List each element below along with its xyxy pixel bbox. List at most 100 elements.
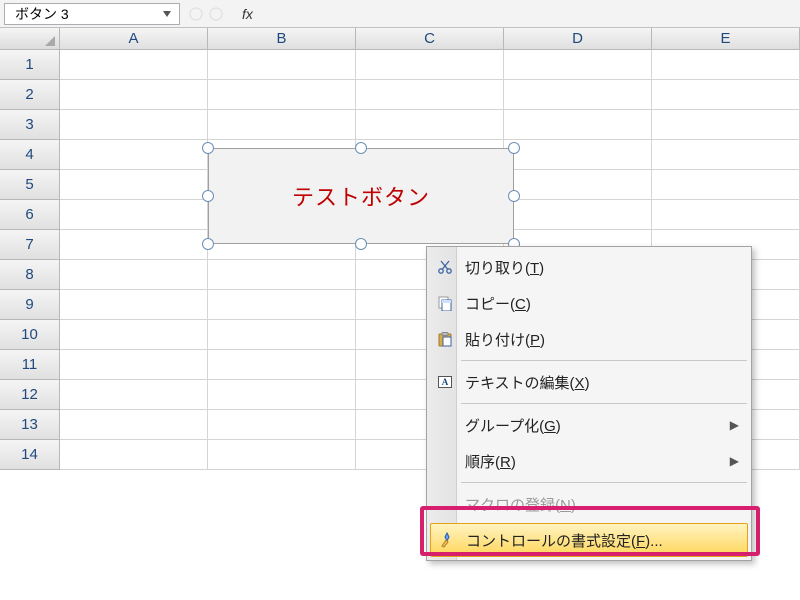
cell[interactable] [60,170,208,200]
cell[interactable] [504,110,652,140]
menu-item-label: テキストの編集(X) [465,372,739,393]
cell[interactable] [60,410,208,440]
cell[interactable] [60,200,208,230]
col-header[interactable]: E [652,28,800,49]
enter-icon [206,4,226,24]
textbox-icon: A [436,373,454,391]
cell[interactable] [60,350,208,380]
row-header[interactable]: 9 [0,290,60,320]
select-all-corner[interactable] [0,28,60,49]
resize-handle[interactable] [202,238,214,250]
col-header[interactable]: D [504,28,652,49]
cell[interactable] [652,50,800,80]
cell[interactable] [60,110,208,140]
name-box-dropdown-icon[interactable] [161,8,173,20]
menu-item-copy[interactable]: コピー(C) [429,285,749,321]
menu-separator [461,403,747,404]
name-box[interactable]: ボタン 3 [4,3,180,25]
form-button-label: テストボタン [292,180,430,212]
cell[interactable] [208,380,356,410]
row-header[interactable]: 6 [0,200,60,230]
cell[interactable] [208,350,356,380]
row-header[interactable]: 13 [0,410,60,440]
fx-label[interactable]: fx [242,6,253,22]
form-button-selected[interactable]: テストボタン [208,148,514,244]
submenu-arrow-icon: ▶ [730,418,739,432]
resize-handle[interactable] [202,142,214,154]
cancel-icon [186,4,206,24]
cell[interactable] [652,170,800,200]
menu-item-label: コントロールの書式設定(F)... [466,530,737,551]
cell[interactable] [60,260,208,290]
row-header[interactable]: 11 [0,350,60,380]
cell[interactable] [652,80,800,110]
resize-handle[interactable] [508,142,520,154]
menu-item-group[interactable]: グループ化(G)▶ [429,407,749,443]
row-header[interactable]: 10 [0,320,60,350]
resize-handle[interactable] [508,190,520,202]
column-headers: A B C D E [0,28,800,50]
row-header[interactable]: 12 [0,380,60,410]
row-header[interactable]: 14 [0,440,60,470]
row-header[interactable]: 8 [0,260,60,290]
cell[interactable] [208,290,356,320]
cell[interactable] [60,140,208,170]
cell[interactable] [60,320,208,350]
col-header[interactable]: B [208,28,356,49]
menu-item-label: マクロの登録(N)... [465,494,739,515]
cell[interactable] [652,200,800,230]
cell[interactable] [208,110,356,140]
cell[interactable] [60,440,208,470]
form-button[interactable]: テストボタン [208,148,514,244]
col-header[interactable]: A [60,28,208,49]
cell[interactable] [208,50,356,80]
cell[interactable] [208,80,356,110]
cell[interactable] [208,410,356,440]
row-header[interactable]: 4 [0,140,60,170]
formula-bar-row: ボタン 3 fx [0,0,800,28]
cell[interactable] [504,80,652,110]
row-header[interactable]: 1 [0,50,60,80]
menu-item-macro: マクロの登録(N)... [429,486,749,522]
row-header[interactable]: 2 [0,80,60,110]
row-header[interactable]: 3 [0,110,60,140]
cell[interactable] [60,80,208,110]
menu-item-edittext[interactable]: A テキストの編集(X) [429,364,749,400]
cell[interactable] [208,440,356,470]
menu-item-paste[interactable]: 貼り付け(P) [429,321,749,357]
resize-handle[interactable] [355,142,367,154]
cell[interactable] [208,320,356,350]
col-header[interactable]: C [356,28,504,49]
resize-handle[interactable] [355,238,367,250]
row: 2 [0,80,800,110]
cell[interactable] [60,50,208,80]
row-header[interactable]: 7 [0,230,60,260]
cell[interactable] [504,50,652,80]
copy-icon [436,294,454,312]
menu-item-order[interactable]: 順序(R)▶ [429,443,749,479]
cell[interactable] [356,50,504,80]
menu-separator [461,360,747,361]
cell[interactable] [504,200,652,230]
paste-icon [436,330,454,348]
cell[interactable] [504,170,652,200]
scissors-icon [436,258,454,276]
cell[interactable] [60,380,208,410]
resize-handle[interactable] [202,190,214,202]
cell[interactable] [208,260,356,290]
row-header[interactable]: 5 [0,170,60,200]
spreadsheet-grid[interactable]: A B C D E 1234567891011121314 テストボタン 切り取… [0,28,800,470]
menu-item-label: グループ化(G) [465,415,730,436]
menu-item-label: 切り取り(T) [465,257,739,278]
cell[interactable] [652,140,800,170]
menu-item-format[interactable]: コントロールの書式設定(F)... [430,523,748,557]
menu-item-label: コピー(C) [465,293,739,314]
menu-item-cut[interactable]: 切り取り(T) [429,249,749,285]
cell[interactable] [652,110,800,140]
cell[interactable] [504,140,652,170]
cell[interactable] [60,290,208,320]
cell[interactable] [356,80,504,110]
formula-bar[interactable]: fx [186,4,253,24]
cell[interactable] [60,230,208,260]
cell[interactable] [356,110,504,140]
